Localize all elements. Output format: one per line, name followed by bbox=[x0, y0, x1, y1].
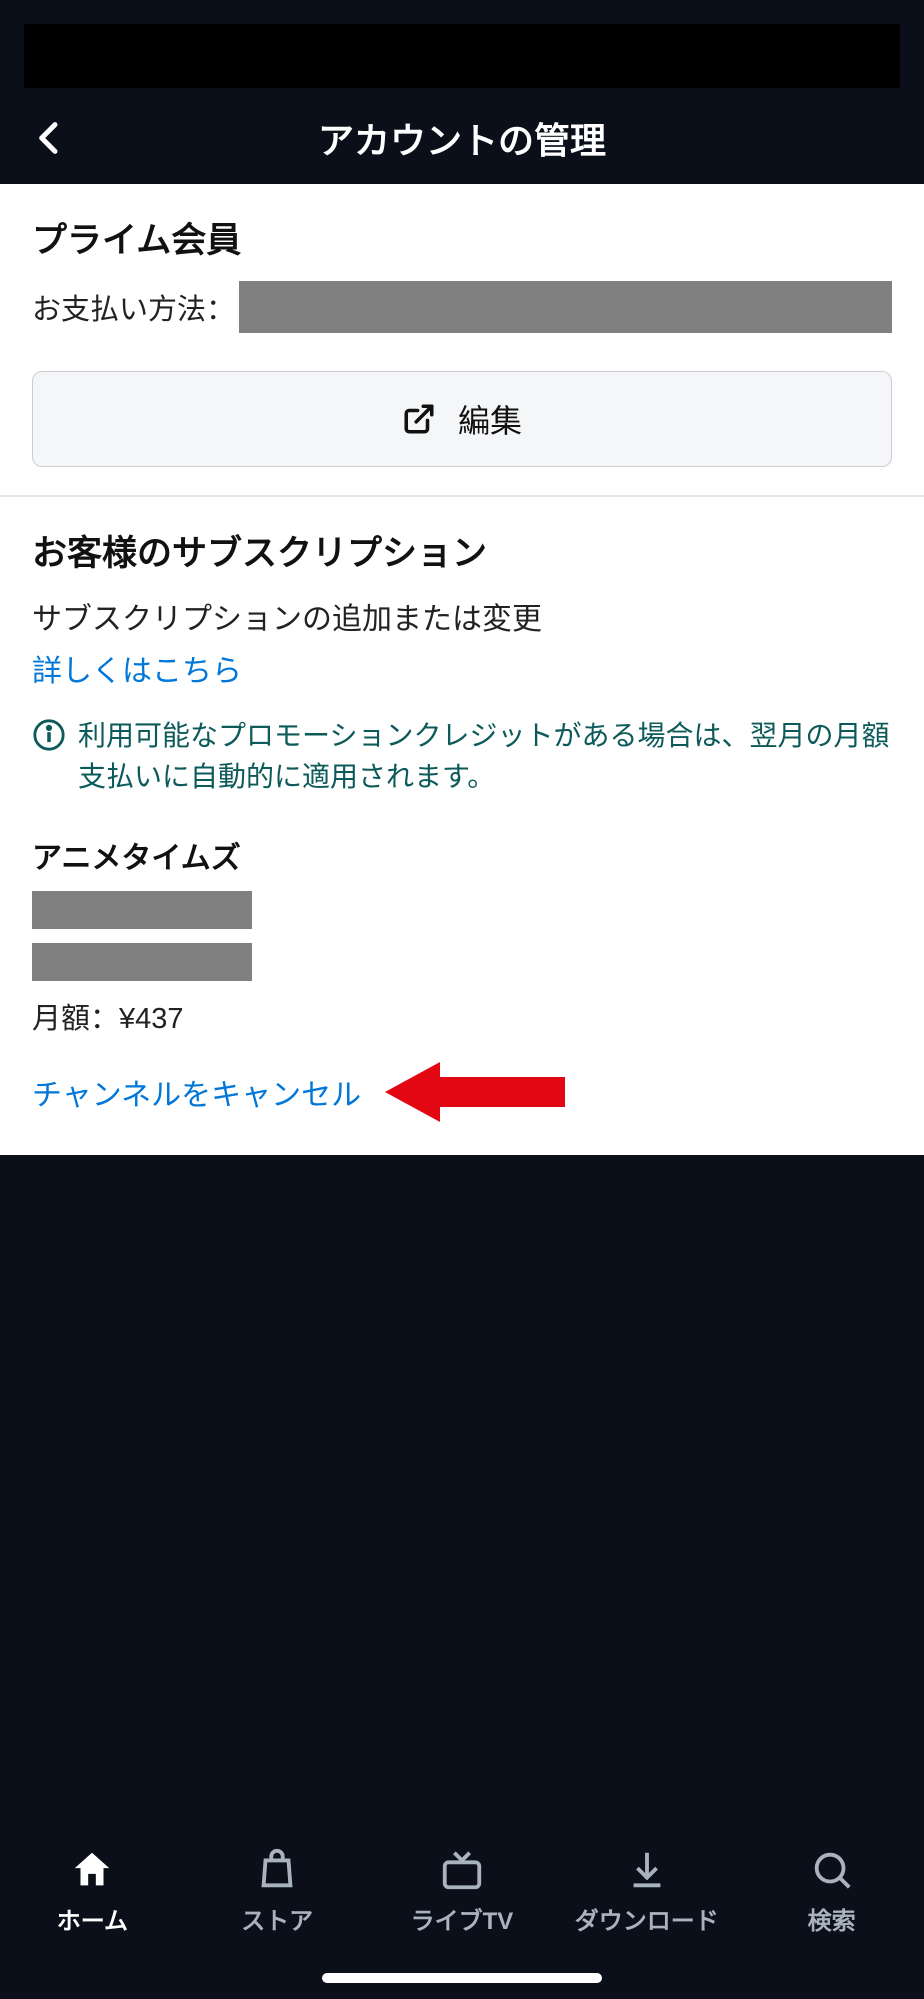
promo-info-text: 利用可能なプロモーションクレジットがある場合は、翌月の月額支払いに自動的に適用さ… bbox=[78, 716, 892, 797]
cancel-channel-link[interactable]: チャンネルをキャンセル bbox=[32, 1070, 361, 1114]
channel-redacted-1 bbox=[32, 891, 252, 929]
page-header: アカウントの管理 bbox=[0, 92, 924, 184]
nav-livetv[interactable]: ライブTV bbox=[377, 1847, 547, 1936]
subscriptions-section: お客様のサブスクリプション サブスクリプションの追加または変更 詳しくはこちら … bbox=[0, 497, 924, 825]
nav-search[interactable]: 検索 bbox=[747, 1847, 917, 1936]
info-icon bbox=[32, 718, 66, 752]
payment-method-row: お支払い方法： bbox=[32, 281, 892, 333]
prime-section: プライム会員 お支払い方法： 編集 bbox=[0, 184, 924, 495]
nav-download-label: ダウンロード bbox=[575, 1901, 719, 1936]
channel-block: アニメタイムズ 月額：¥437 チャンネルをキャンセル bbox=[0, 825, 924, 1155]
search-icon bbox=[809, 1847, 855, 1893]
promo-info-row: 利用可能なプロモーションクレジットがある場合は、翌月の月額支払いに自動的に適用さ… bbox=[32, 716, 892, 797]
arrow-annotation-icon bbox=[385, 1057, 565, 1127]
download-icon bbox=[624, 1847, 670, 1893]
redacted-top-bar bbox=[24, 24, 900, 88]
status-bar bbox=[0, 0, 924, 24]
external-link-icon bbox=[402, 402, 436, 436]
edit-button[interactable]: 編集 bbox=[32, 371, 892, 467]
nav-home-label: ホーム bbox=[57, 1901, 128, 1936]
store-icon bbox=[254, 1847, 300, 1893]
price-label: 月額： bbox=[32, 1003, 119, 1035]
chevron-left-icon bbox=[30, 118, 70, 158]
back-button[interactable] bbox=[30, 118, 70, 158]
nav-store-label: ストア bbox=[241, 1901, 313, 1936]
price-value: ¥437 bbox=[119, 1003, 184, 1035]
payment-method-label: お支払い方法： bbox=[32, 286, 235, 328]
channel-redacted-2 bbox=[32, 943, 252, 981]
nav-livetv-label: ライブTV bbox=[411, 1901, 514, 1936]
cancel-row: チャンネルをキャンセル bbox=[32, 1057, 892, 1127]
subscriptions-description: サブスクリプションの追加または変更 bbox=[32, 594, 892, 638]
nav-search-label: 検索 bbox=[808, 1901, 856, 1936]
home-indicator bbox=[322, 1973, 602, 1983]
channel-name: アニメタイムズ bbox=[32, 833, 892, 877]
edit-button-label: 編集 bbox=[458, 396, 522, 442]
content-area: プライム会員 お支払い方法： 編集 お客様のサブスクリプション サブスクリプショ… bbox=[0, 184, 924, 1155]
page-title: アカウントの管理 bbox=[70, 112, 854, 164]
nav-store[interactable]: ストア bbox=[192, 1847, 362, 1936]
learn-more-link[interactable]: 詳しくはこちら bbox=[32, 646, 242, 690]
nav-download[interactable]: ダウンロード bbox=[562, 1847, 732, 1936]
bottom-nav: ホーム ストア ライブTV ダウンロード 検索 bbox=[0, 1829, 924, 1999]
livetv-icon bbox=[439, 1847, 485, 1893]
home-icon bbox=[69, 1847, 115, 1893]
subscriptions-title: お客様のサブスクリプション bbox=[32, 525, 892, 576]
prime-section-title: プライム会員 bbox=[32, 212, 892, 263]
nav-home[interactable]: ホーム bbox=[7, 1847, 177, 1936]
channel-price-row: 月額：¥437 bbox=[32, 995, 892, 1037]
payment-method-redacted bbox=[239, 281, 892, 333]
